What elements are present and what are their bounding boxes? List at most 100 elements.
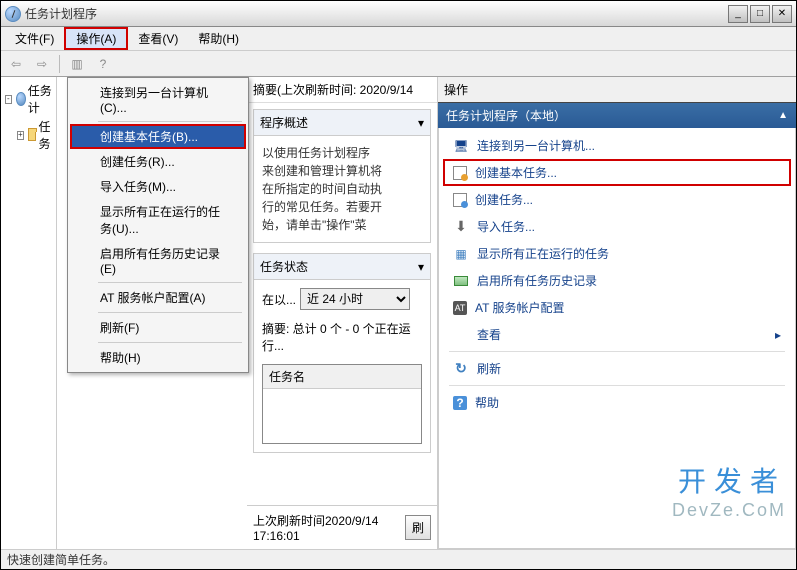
action-help[interactable]: ? 帮助 xyxy=(443,389,791,416)
status-summary-text: 摘要: 总计 0 个 - 0 个正在运行... xyxy=(262,320,422,354)
last-refresh-time: 上次刷新时间2020/9/14 17:16:01 xyxy=(253,512,405,543)
overview-body: 以使用任务计划程序 来创建和管理计算机将 在所指定的时间自动执 行的常见任务。若… xyxy=(254,136,430,242)
app-icon xyxy=(5,6,21,22)
actions-list: 🖥 连接到另一台计算机... 创建基本任务... 创建任务... ⬇ 导入任务.… xyxy=(438,128,796,549)
menu-separator xyxy=(98,342,242,343)
tree-panel: - 任务计 + 任务 xyxy=(1,77,57,549)
tree-child-label: 任务 xyxy=(38,118,52,152)
computer-icon: 🖥 xyxy=(453,138,469,154)
menu-file[interactable]: 文件(F) xyxy=(5,27,64,50)
menu-item-import-task[interactable]: 导入任务(M)... xyxy=(70,174,246,199)
refresh-icon: ↻ xyxy=(453,361,469,377)
import-icon: ⬇ xyxy=(453,219,469,235)
menu-item-refresh[interactable]: 刷新(F) xyxy=(70,315,246,340)
help-icon: ? xyxy=(453,396,467,410)
action-dropdown-menu: 连接到另一台计算机(C)... 创建基本任务(B)... 创建任务(R)... … xyxy=(67,77,249,373)
action-show-running-tasks[interactable]: ▦ 显示所有正在运行的任务 xyxy=(443,240,791,267)
close-button[interactable]: ✕ xyxy=(772,5,792,23)
action-label: 查看 xyxy=(477,326,501,343)
basic-task-icon xyxy=(453,166,467,180)
tree-child-node[interactable]: + 任务 xyxy=(3,117,54,153)
task-list[interactable]: 任务名 xyxy=(262,364,422,444)
menu-item-show-running[interactable]: 显示所有正在运行的任务(U)... xyxy=(70,199,246,241)
task-name-column-header[interactable]: 任务名 xyxy=(263,365,421,389)
action-separator xyxy=(449,351,785,352)
center-footer: 上次刷新时间2020/9/14 17:16:01 刷 xyxy=(247,505,437,549)
menu-view[interactable]: 查看(V) xyxy=(128,27,188,50)
action-enable-history[interactable]: 启用所有任务历史记录 xyxy=(443,267,791,294)
chevron-down-icon: ▾ xyxy=(418,260,424,274)
toolbar-back-button[interactable]: ⇦ xyxy=(5,54,27,74)
window-controls: _ □ ✕ xyxy=(728,5,792,23)
menubar: 文件(F) 操作(A) 查看(V) 帮助(H) xyxy=(1,27,796,51)
overview-header[interactable]: 程序概述 ▾ xyxy=(254,110,430,136)
menu-item-create-basic-task[interactable]: 创建基本任务(B)... xyxy=(70,124,246,149)
tree-expander-icon[interactable]: - xyxy=(5,95,12,104)
menu-separator xyxy=(98,312,242,313)
task-icon xyxy=(453,193,467,207)
enable-history-icon xyxy=(453,273,469,289)
menu-item-connect[interactable]: 连接到另一台计算机(C)... xyxy=(70,80,246,119)
task-status-section: 任务状态 ▾ 在以... 近 24 小时 摘要: 总计 0 个 - 0 个正在运… xyxy=(253,253,431,453)
action-label: 创建基本任务... xyxy=(475,164,557,181)
statusbar: 快速创建简单任务。 xyxy=(1,549,796,569)
overview-section: 程序概述 ▾ 以使用任务计划程序 来创建和管理计算机将 在所指定的时间自动执 行… xyxy=(253,109,431,243)
action-separator xyxy=(449,385,785,386)
blank-icon xyxy=(453,327,469,343)
folder-icon xyxy=(28,130,37,141)
chevron-up-icon: ▲ xyxy=(778,110,788,121)
actions-panel-subheader[interactable]: 任务计划程序（本地） ▲ xyxy=(438,103,796,128)
center-body: 程序概述 ▾ 以使用任务计划程序 来创建和管理计算机将 在所指定的时间自动执 行… xyxy=(247,103,437,505)
toolbar-forward-button[interactable]: ⇨ xyxy=(31,54,53,74)
toolbar-panel-button[interactable]: ▥ xyxy=(66,54,88,74)
toolbar: ⇦ ⇨ ▥ ? xyxy=(1,51,796,77)
action-label: 刷新 xyxy=(477,360,501,377)
menu-item-create-task[interactable]: 创建任务(R)... xyxy=(70,149,246,174)
action-label: 显示所有正在运行的任务 xyxy=(477,245,609,262)
action-create-task[interactable]: 创建任务... xyxy=(443,186,791,213)
time-range-row: 在以... 近 24 小时 xyxy=(262,288,422,310)
window-title: 任务计划程序 xyxy=(25,5,728,22)
refresh-button[interactable]: 刷 xyxy=(405,515,431,540)
overview-text: 以使用任务计划程序 来创建和管理计算机将 在所指定的时间自动执 行的常见任务。若… xyxy=(262,144,422,234)
scheduler-icon xyxy=(16,92,26,106)
menu-action[interactable]: 操作(A) xyxy=(64,27,128,50)
action-create-basic-task[interactable]: 创建基本任务... xyxy=(443,159,791,186)
maximize-button[interactable]: □ xyxy=(750,5,770,23)
task-status-header[interactable]: 任务状态 ▾ xyxy=(254,254,430,280)
action-label: 导入任务... xyxy=(477,218,535,235)
menu-item-help[interactable]: 帮助(H) xyxy=(70,345,246,370)
task-status-header-label: 任务状态 xyxy=(260,258,308,275)
menu-separator xyxy=(98,121,242,122)
menu-help[interactable]: 帮助(H) xyxy=(188,27,249,50)
toolbar-separator xyxy=(59,55,60,73)
statusbar-text: 快速创建简单任务。 xyxy=(7,551,115,568)
toolbar-help-button[interactable]: ? xyxy=(92,54,114,74)
actions-panel: 操作 任务计划程序（本地） ▲ 🖥 连接到另一台计算机... 创建基本任务...… xyxy=(438,77,796,549)
menu-separator xyxy=(98,282,242,283)
tree-expander-icon[interactable]: + xyxy=(17,131,24,140)
task-status-body: 在以... 近 24 小时 摘要: 总计 0 个 - 0 个正在运行... 任务… xyxy=(254,280,430,452)
center-summary-header: 摘要(上次刷新时间: 2020/9/14 xyxy=(247,77,437,103)
action-label: AT 服务帐户配置 xyxy=(475,299,565,316)
at-service-icon: AT xyxy=(453,301,467,315)
main-content: - 任务计 + 任务 连接到另一台计算机(C)... 创建基本任务(B)... … xyxy=(1,77,796,549)
menu-item-enable-history[interactable]: 启用所有任务历史记录(E) xyxy=(70,241,246,280)
time-range-select[interactable]: 近 24 小时 xyxy=(300,288,410,310)
action-refresh[interactable]: ↻ 刷新 xyxy=(443,355,791,382)
menu-item-at-account[interactable]: AT 服务帐户配置(A) xyxy=(70,285,246,310)
action-label: 创建任务... xyxy=(475,191,533,208)
running-tasks-icon: ▦ xyxy=(453,246,469,262)
action-import-task[interactable]: ⬇ 导入任务... xyxy=(443,213,791,240)
overview-header-label: 程序概述 xyxy=(260,114,308,131)
minimize-button[interactable]: _ xyxy=(728,5,748,23)
chevron-right-icon: ▸ xyxy=(775,328,781,342)
actions-panel-header: 操作 xyxy=(438,77,796,103)
action-label: 帮助 xyxy=(475,394,499,411)
action-at-account-config[interactable]: AT AT 服务帐户配置 xyxy=(443,294,791,321)
action-view-submenu[interactable]: 查看 ▸ xyxy=(443,321,791,348)
tree-root-node[interactable]: - 任务计 xyxy=(3,81,54,117)
action-connect-computer[interactable]: 🖥 连接到另一台计算机... xyxy=(443,132,791,159)
tree-root-label: 任务计 xyxy=(28,82,52,116)
chevron-down-icon: ▾ xyxy=(418,116,424,130)
